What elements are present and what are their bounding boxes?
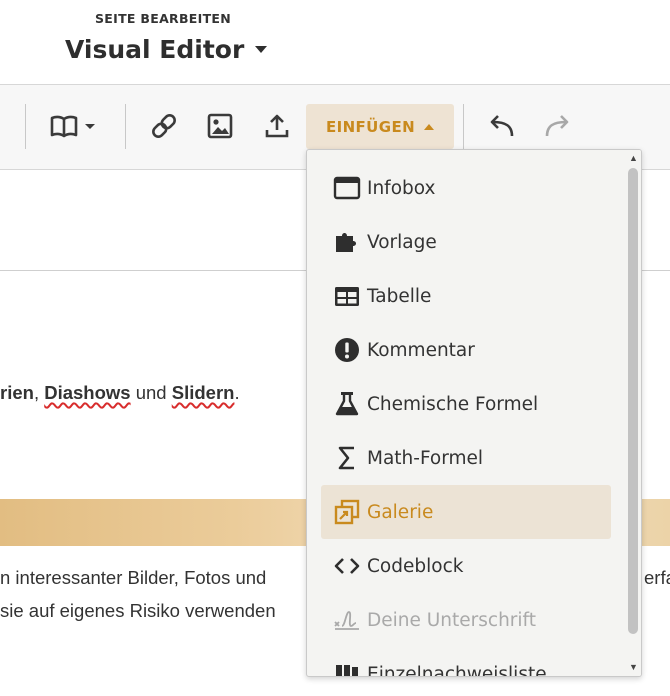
menu-item-label: Kommentar [367, 339, 475, 361]
chevron-down-icon [255, 46, 268, 53]
content-paragraph[interactable]: rien, Diashows und Slidern. [0, 382, 240, 404]
menu-item-infobox[interactable]: Infobox [321, 161, 611, 215]
scroll-down-arrow-icon[interactable]: ▼ [629, 662, 638, 672]
link-icon [152, 114, 176, 138]
book-icon [50, 115, 95, 138]
redo-button[interactable] [540, 102, 576, 150]
misspelled-word: Slidern [171, 382, 235, 403]
menu-item-einzelnachweisliste[interactable]: Einzelnachweisliste [321, 647, 611, 677]
table-icon [333, 282, 361, 310]
link-button[interactable] [146, 102, 182, 150]
content-text: . [234, 382, 240, 403]
menu-item-codeblock[interactable]: Codeblock [321, 539, 611, 593]
menu-item-galerie[interactable]: Galerie [321, 485, 611, 539]
menu-item-label: Math-Formel [367, 447, 484, 469]
menu-item-label: Tabelle [367, 285, 432, 307]
scrollbar-thumb[interactable] [628, 168, 638, 634]
code-icon [333, 552, 361, 580]
header-title: Visual Editor [65, 35, 245, 64]
menu-item-label: Chemische Formel [367, 393, 539, 415]
menu-item-label: Deine Unterschrift [367, 609, 536, 631]
content-line[interactable]: sie auf eigenes Risiko verwenden [0, 600, 276, 622]
editor-mode-switcher[interactable]: Visual Editor [65, 35, 268, 64]
signature-icon [333, 606, 361, 634]
upload-button[interactable] [259, 102, 295, 150]
image-button[interactable] [202, 102, 238, 150]
infobox-icon [333, 174, 361, 202]
puzzle-icon [333, 228, 361, 256]
toolbar-divider [463, 104, 464, 149]
content-line[interactable]: n interessanter Bilder, Fotos und [0, 567, 266, 589]
chevron-up-icon [424, 123, 435, 130]
menu-item-tabelle[interactable]: Tabelle [321, 269, 611, 323]
redo-icon [545, 115, 569, 137]
insert-dropdown-menu: Infobox Vorlage Tabelle Kommentar Chemis [306, 149, 642, 677]
image-icon [207, 113, 233, 139]
menu-item-label: Einzelnachweisliste [367, 663, 547, 677]
menu-item-chemische-formel[interactable]: Chemische Formel [321, 377, 611, 431]
toolbar-divider [125, 104, 126, 149]
undo-button[interactable] [483, 102, 519, 150]
page-footer-strip [0, 674, 670, 696]
menu-item-math-formel[interactable]: Math-Formel [321, 431, 611, 485]
menu-item-label: Vorlage [367, 231, 437, 253]
menu-item-label: Galerie [367, 501, 434, 523]
content-text: rien [0, 382, 34, 403]
menu-item-vorlage[interactable]: Vorlage [321, 215, 611, 269]
header-subtitle: SEITE BEARBEITEN [95, 11, 232, 26]
dropdown-scrollbar[interactable]: ▲ ▼ [625, 150, 641, 676]
flask-icon [333, 390, 361, 418]
scroll-up-arrow-icon[interactable]: ▲ [629, 153, 638, 163]
upload-icon [265, 114, 289, 138]
content-text: , [33, 382, 45, 403]
insert-menu-label: EINFÜGEN [325, 117, 416, 136]
exclamation-icon [333, 336, 361, 364]
misspelled-word: Diashows [44, 382, 131, 403]
toolbar-divider [25, 104, 26, 149]
insert-menu-list: Infobox Vorlage Tabelle Kommentar Chemis [307, 150, 625, 677]
sigma-icon [333, 444, 361, 472]
menu-item-kommentar[interactable]: Kommentar [321, 323, 611, 377]
menu-item-label: Codeblock [367, 555, 464, 577]
undo-icon [490, 115, 514, 137]
editor-header: SEITE BEARBEITEN Visual Editor [0, 0, 670, 85]
content-text: und [130, 382, 172, 403]
menu-item-label: Infobox [367, 177, 436, 199]
insert-menu-button[interactable]: EINFÜGEN [306, 104, 454, 149]
book-menu-button[interactable] [44, 102, 104, 150]
references-icon [333, 660, 361, 676]
content-line-fragment[interactable]: erfa [644, 567, 670, 589]
gallery-icon [333, 498, 361, 526]
menu-item-deine-unterschrift: Deine Unterschrift [321, 593, 611, 647]
